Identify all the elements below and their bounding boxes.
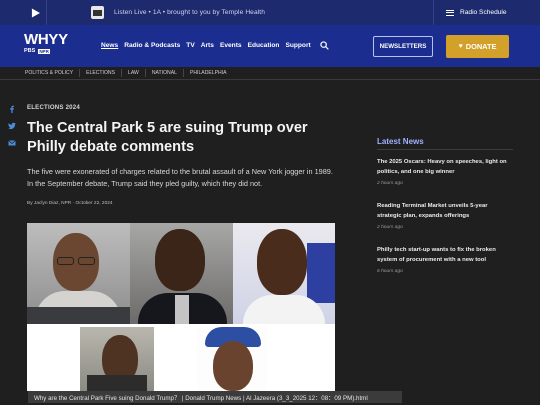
donate-button[interactable]: ♥ DONATE (446, 35, 509, 58)
main-navigation: WHYY PBS NPR News Radio & Podcasts TV Ar… (0, 25, 540, 67)
nav-link-arts[interactable]: Arts (201, 42, 214, 49)
live-bar: Listen Live • 1A • brought to you by Tem… (0, 0, 540, 25)
facebook-icon (9, 105, 14, 113)
section-subnav: POLITICS & POLICY ELECTIONS LAW NATIONAL… (0, 67, 540, 80)
twitter-share-button[interactable] (7, 121, 16, 130)
email-icon (7, 139, 16, 145)
nav-links: News Radio & Podcasts TV Arts Events Edu… (101, 42, 311, 49)
play-button[interactable] (24, 0, 46, 25)
latest-news-title[interactable]: Philly tech start-up wants to fix the br… (377, 246, 513, 265)
article-category[interactable]: ELECTIONS 2024 (27, 104, 80, 111)
logo-pbs: PBS (24, 48, 36, 54)
nav-link-radio-podcasts[interactable]: Radio & Podcasts (124, 42, 180, 49)
file-title-text: Why are the Central Park Five suing Dona… (34, 394, 368, 402)
heart-icon: ♥ (458, 43, 463, 50)
newsletters-button[interactable]: NEWSLETTERS (373, 36, 433, 57)
latest-news-item[interactable]: Reading Terminal Market unveils 5-year s… (377, 202, 513, 230)
nav-link-news[interactable]: News (101, 42, 118, 49)
radio-schedule-label: Radio Schedule (460, 9, 507, 16)
nav-link-events[interactable]: Events (220, 42, 242, 49)
latest-news-title[interactable]: The 2025 Oscars: Heavy on speeches, ligh… (377, 158, 513, 177)
nav-link-support[interactable]: Support (285, 42, 310, 49)
latest-news-heading: Latest News (377, 137, 424, 146)
menu-icon (446, 8, 454, 17)
logo-npr: NPR (38, 48, 50, 54)
article-headline: The Central Park 5 are suing Trump over … (27, 120, 308, 155)
latest-news-title[interactable]: Reading Terminal Market unveils 5-year s… (377, 202, 513, 221)
article-hero-image (27, 223, 335, 391)
nav-link-tv[interactable]: TV (186, 42, 194, 49)
latest-news-item[interactable]: Philly tech start-up wants to fix the br… (377, 246, 513, 274)
latest-news-time: 6 hours ago (377, 269, 403, 274)
latest-news-item[interactable]: The 2025 Oscars: Heavy on speeches, ligh… (377, 158, 513, 186)
email-share-button[interactable] (7, 138, 16, 147)
twitter-icon (7, 122, 16, 129)
share-bar (7, 104, 17, 155)
play-icon (31, 8, 40, 17)
article-summary: The five were exonerated of charges rela… (27, 167, 333, 188)
listen-live-link[interactable]: Listen Live • 1A • brought to you by Tem… (114, 9, 265, 16)
donate-label: DONATE (465, 42, 497, 51)
radio-schedule-button[interactable]: Radio Schedule (433, 0, 540, 25)
latest-news-time: 2 hours ago (377, 181, 403, 186)
whyy-logo[interactable]: WHYY PBS NPR (24, 31, 68, 54)
subnav-philadelphia[interactable]: PHILADELPHIA (182, 69, 233, 77)
subnav-national[interactable]: NATIONAL (144, 69, 183, 77)
latest-news-time: 2 hours ago (377, 225, 403, 230)
article-byline: By Jaclyn Diaz, NPR · October 22, 2024 (27, 201, 113, 206)
divider (377, 149, 513, 150)
live-program-thumbnail (91, 6, 104, 19)
divider (46, 0, 47, 25)
subnav-elections[interactable]: ELECTIONS (79, 69, 121, 77)
search-icon[interactable] (320, 41, 329, 50)
facebook-share-button[interactable] (7, 104, 16, 113)
subnav-politics-policy[interactable]: POLITICS & POLICY (19, 69, 79, 77)
logo-text: WHYY (24, 31, 68, 48)
nav-link-education[interactable]: Education (248, 42, 280, 49)
subnav-law[interactable]: LAW (121, 69, 145, 77)
file-title-bar: Why are the Central Park Five suing Dona… (28, 391, 402, 403)
